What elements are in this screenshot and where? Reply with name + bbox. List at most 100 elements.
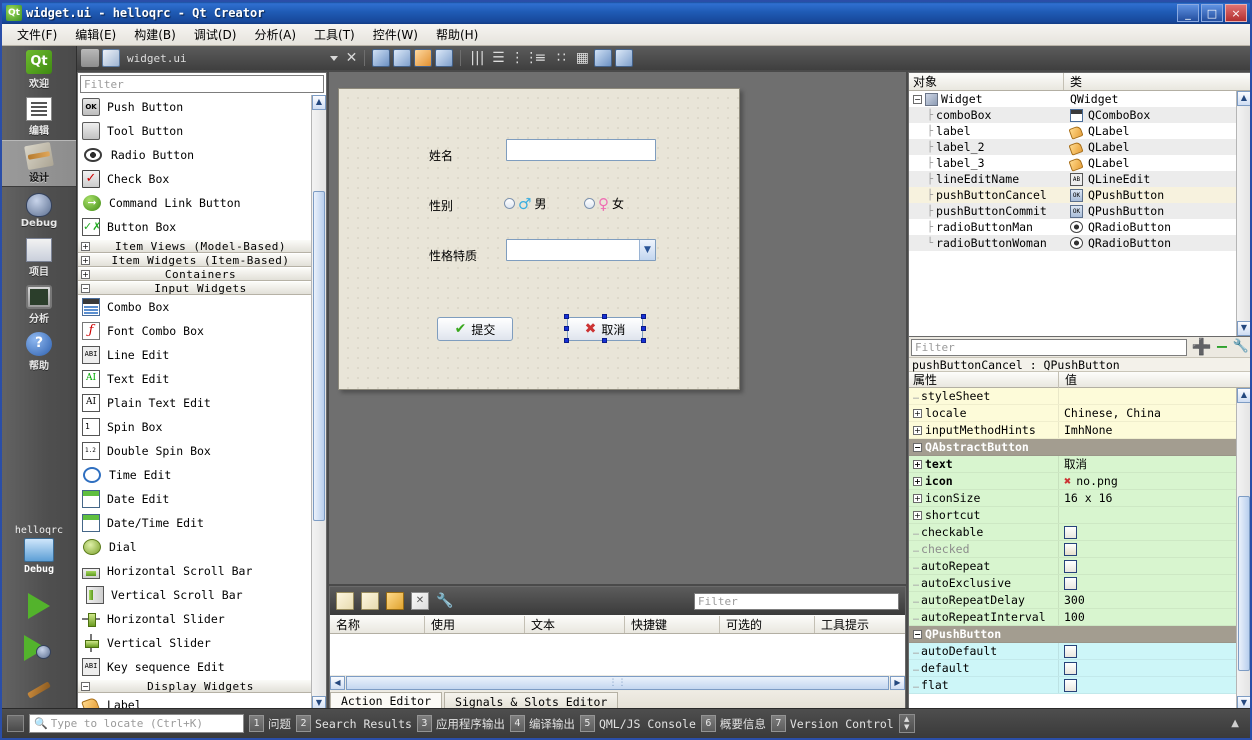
status-pane-general-messages[interactable]: 6 概要信息	[700, 715, 766, 732]
chevron-down-icon[interactable]	[329, 55, 338, 61]
table-row[interactable]: … styleSheet	[909, 388, 1236, 405]
mode-welcome[interactable]: Qt 欢迎	[2, 46, 76, 93]
expand-icon[interactable]: +	[913, 493, 922, 503]
kit-selector[interactable]: helloqrc Debug	[2, 525, 76, 575]
widget-item-vertical-scroll-bar[interactable]: Vertical Scroll Bar	[78, 583, 311, 607]
mode-edit[interactable]: 编辑	[2, 93, 76, 140]
scroll-thumb[interactable]: ⋮⋮	[346, 676, 889, 690]
table-row[interactable]: … checkable	[909, 524, 1236, 541]
status-pane-issues[interactable]: 1 问题	[249, 715, 291, 732]
expand-icon[interactable]: +	[913, 425, 922, 435]
form-radio-woman[interactable]: ♀ 女	[584, 195, 624, 212]
action-editor-hscrollbar[interactable]: ◀ ⋮⋮ ▶	[330, 675, 905, 691]
widget-category-containers[interactable]: + Containers	[78, 267, 311, 281]
scroll-thumb[interactable]	[313, 191, 325, 521]
widget-item-font-combo-box[interactable]: ƒ Font Combo Box	[78, 319, 311, 343]
form-label-name[interactable]: 姓名	[429, 147, 453, 164]
property-value[interactable]	[1059, 507, 1236, 523]
form-button-cancel-wrapper[interactable]: ✖ 取消	[564, 314, 646, 343]
layout-h-icon[interactable]: |||	[468, 49, 486, 67]
table-row[interactable]: + inputMethodHints ImhNone	[909, 422, 1236, 439]
widget-item-plain-text-edit[interactable]: AI Plain Text Edit	[78, 391, 311, 415]
property-value[interactable]: 100	[1059, 609, 1236, 625]
widget-item-horizontal-slider[interactable]: Horizontal Slider	[78, 607, 311, 631]
form-label-traits[interactable]: 性格特质	[429, 247, 477, 264]
widget-item-line-edit[interactable]: ABI Line Edit	[78, 343, 311, 367]
table-row[interactable]: … autoRepeatDelay 300	[909, 592, 1236, 609]
maximize-button[interactable]: □	[1201, 4, 1223, 22]
property-value[interactable]: no.png	[1076, 474, 1118, 488]
widget-item-horizontal-scroll-bar[interactable]: Horizontal Scroll Bar	[78, 559, 311, 583]
table-row[interactable]: + shortcut	[909, 507, 1236, 524]
mode-design[interactable]: 设计	[2, 140, 76, 187]
property-value[interactable]: 16 x 16	[1059, 490, 1236, 506]
expand-icon[interactable]: +	[81, 241, 90, 251]
property-value[interactable]: 300	[1059, 592, 1236, 608]
checkbox[interactable]	[1064, 678, 1077, 692]
wrench-icon[interactable]: 🔧	[1233, 339, 1249, 355]
table-row[interactable]: … flat	[909, 677, 1236, 694]
radio-circle[interactable]	[504, 198, 515, 209]
column-header-text[interactable]: 文本	[525, 615, 625, 633]
table-row[interactable]: … autoRepeat	[909, 558, 1236, 575]
copy-icon[interactable]	[361, 592, 379, 610]
break-layout-icon[interactable]	[594, 49, 613, 67]
form-radio-man[interactable]: ♂ 男	[504, 195, 546, 212]
widget-item-dial[interactable]: Dial	[78, 535, 311, 559]
table-row[interactable]: … checked	[909, 541, 1236, 558]
menu-file[interactable]: 文件(F)	[8, 24, 66, 45]
table-row[interactable]: ├ pushButtonCancel OK QPushButton	[909, 187, 1236, 203]
scroll-right-arrow-icon[interactable]: ▶	[890, 676, 905, 690]
property-group-header[interactable]: − QPushButton	[909, 626, 1236, 643]
widget-item-date-edit[interactable]: Date Edit	[78, 487, 311, 511]
collapse-icon[interactable]: −	[81, 681, 90, 691]
form-combobox-traits[interactable]: ▼	[506, 239, 656, 261]
menu-analyze[interactable]: 分析(A)	[245, 24, 305, 45]
form-canvas[interactable]: 姓名 性别 ♂ 男 ♀ 女 性格特质 ▼ ✔ 提交 ✖ 取消	[338, 88, 740, 390]
adjust-size-icon[interactable]	[615, 49, 634, 67]
property-value[interactable]: ImhNone	[1059, 422, 1236, 438]
widget-item-time-edit[interactable]: Time Edit	[78, 463, 311, 487]
column-header-checkable[interactable]: 可选的	[720, 615, 815, 633]
minus-icon[interactable]: −	[1215, 339, 1228, 355]
layout-form-icon[interactable]: ∷	[552, 49, 570, 67]
table-row[interactable]: − Widget QWidget	[909, 91, 1236, 107]
run-icon[interactable]	[28, 593, 50, 619]
collapse-output-arrow-icon[interactable]: ▲	[1231, 718, 1245, 729]
unlock-icon[interactable]	[81, 49, 99, 67]
property-filter-input[interactable]: Filter	[911, 338, 1188, 356]
widget-item-check-box[interactable]: ✓ Check Box	[78, 167, 311, 191]
form-button-submit[interactable]: ✔ 提交	[437, 317, 513, 341]
mode-help[interactable]: ? 帮助	[2, 328, 76, 375]
build-hammer-icon[interactable]	[27, 681, 51, 699]
expand-icon[interactable]: +	[913, 408, 922, 418]
widget-item-double-spin-box[interactable]: 1.2 Double Spin Box	[78, 439, 311, 463]
table-row[interactable]: ├ pushButtonCommit OK QPushButton	[909, 203, 1236, 219]
table-row[interactable]: ├ label_3 QLabel	[909, 155, 1236, 171]
table-row[interactable]: ├ label_2 QLabel	[909, 139, 1236, 155]
widget-box-filter-input[interactable]: Filter	[80, 75, 324, 93]
table-row[interactable]: ├ label QLabel	[909, 123, 1236, 139]
scroll-up-arrow-icon[interactable]: ▲	[312, 95, 326, 110]
table-row[interactable]: + locale Chinese, China	[909, 405, 1236, 422]
table-row[interactable]: + iconSize 16 x 16	[909, 490, 1236, 507]
checkbox[interactable]	[1064, 559, 1077, 573]
form-lineedit-name[interactable]	[506, 139, 656, 161]
widget-item-command-link-button[interactable]: ➞ Command Link Button	[78, 191, 311, 215]
scroll-left-arrow-icon[interactable]: ◀	[330, 676, 345, 690]
status-pane-qmljs-console[interactable]: 5 QML/JS Console	[579, 715, 696, 732]
widget-item-vertical-slider[interactable]: Vertical Slider	[78, 631, 311, 655]
object-inspector-scrollbar[interactable]: ▲ ▼	[1236, 91, 1250, 336]
widget-item-text-edit[interactable]: AI Text Edit	[78, 367, 311, 391]
expand-icon[interactable]: +	[81, 269, 90, 279]
wrench-icon[interactable]: 🔧	[436, 592, 453, 610]
table-row[interactable]: ├ radioButtonMan QRadioButton	[909, 219, 1236, 235]
widget-item-date-time-edit[interactable]: Date/Time Edit	[78, 511, 311, 535]
new-file-icon[interactable]	[336, 592, 354, 610]
scroll-down-arrow-icon[interactable]: ▼	[1237, 321, 1250, 336]
edit-widgets-icon[interactable]	[372, 49, 391, 67]
locate-input[interactable]: 🔍 Type to locate (Ctrl+K)	[29, 714, 244, 733]
form-designer-area[interactable]: 姓名 性别 ♂ 男 ♀ 女 性格特质 ▼ ✔ 提交 ✖ 取消	[329, 72, 906, 584]
scroll-thumb[interactable]	[1238, 496, 1250, 671]
table-row[interactable]: └ radioButtonWoman QRadioButton	[909, 235, 1236, 251]
